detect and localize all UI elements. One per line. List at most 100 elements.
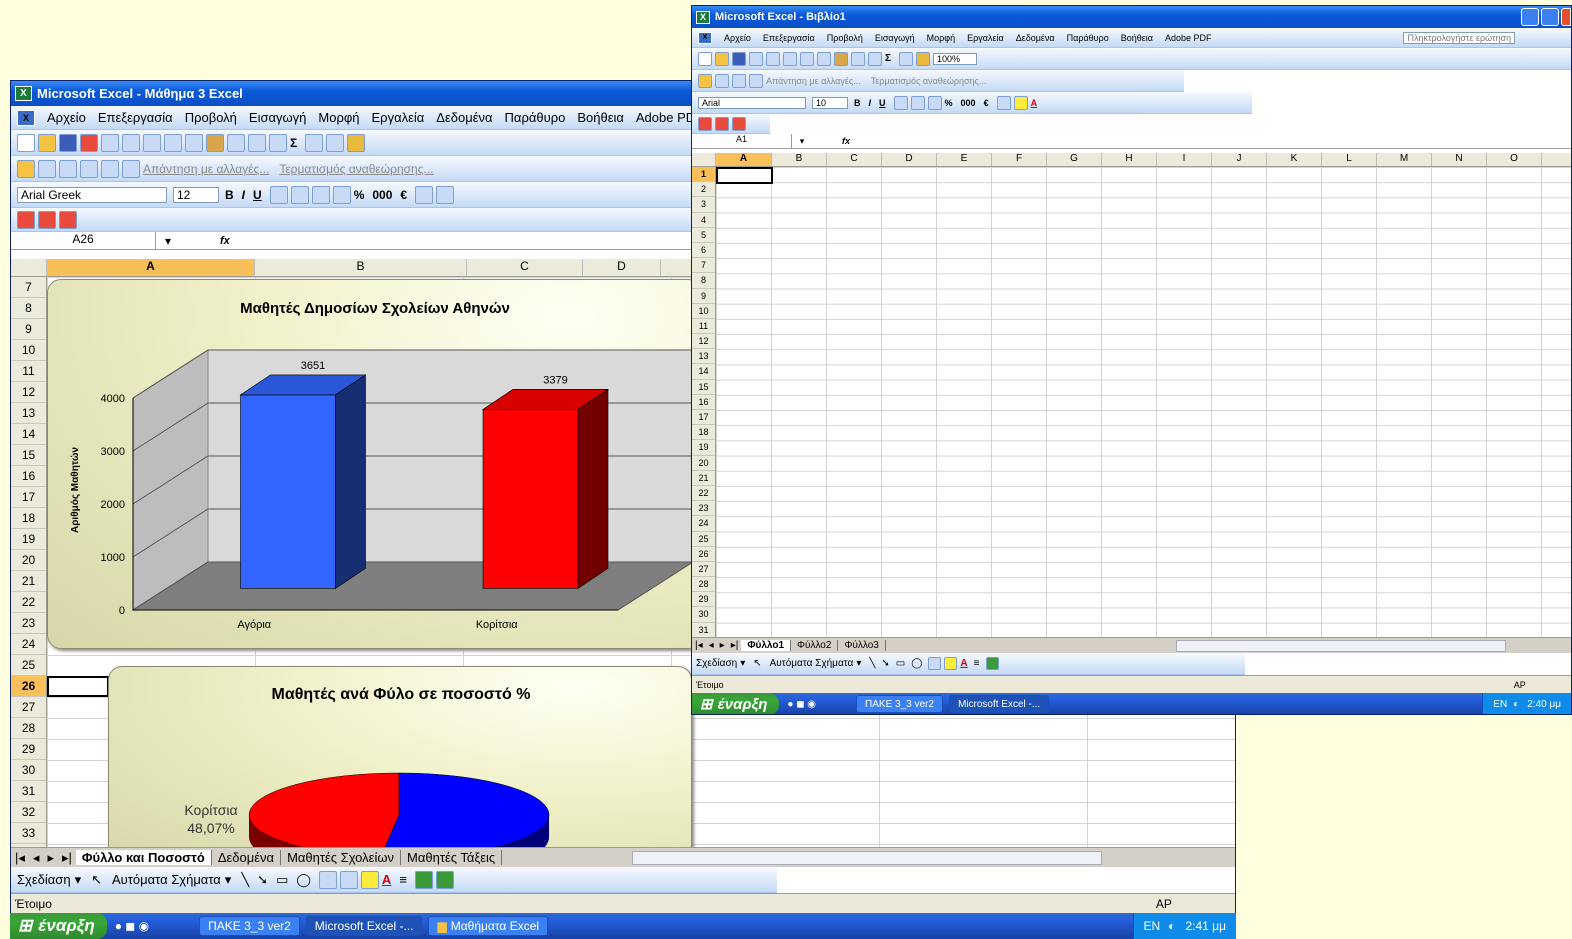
tab-sheet-percent[interactable]: Φύλλο και Ποσοστό [75, 850, 212, 865]
merge-icon[interactable] [332, 185, 351, 204]
chart-wizard-icon[interactable] [916, 51, 931, 66]
col-c[interactable]: C [827, 153, 882, 166]
row-number[interactable]: 22 [692, 486, 715, 502]
row-number[interactable]: 24 [11, 634, 46, 655]
row-number[interactable]: 3 [692, 197, 715, 213]
folder-icon[interactable] [17, 159, 35, 178]
col-d[interactable]: D [882, 153, 937, 166]
print-icon[interactable] [749, 51, 763, 66]
row-number[interactable]: 18 [692, 425, 715, 441]
row-number[interactable]: 32 [11, 802, 46, 823]
row-number[interactable]: 16 [692, 395, 715, 410]
tab-nav-next[interactable]: ▸ [717, 640, 728, 651]
row-number[interactable]: 29 [11, 739, 46, 760]
col-m[interactable]: M [1377, 153, 1432, 166]
row-number[interactable]: 18 [11, 508, 46, 529]
print-icon[interactable] [101, 133, 119, 152]
preview-icon[interactable] [122, 133, 140, 152]
font-combo[interactable]: Arial Greek [17, 186, 167, 203]
menu-edit[interactable]: Επεξεργασία [763, 33, 815, 43]
row-number[interactable]: 33 [11, 823, 46, 844]
oval-icon[interactable]: ◯ [296, 872, 311, 888]
row-number[interactable]: 20 [692, 456, 715, 471]
row-number[interactable]: 9 [692, 289, 715, 304]
row-number[interactable]: 13 [11, 403, 46, 424]
row-number[interactable]: 12 [11, 382, 46, 403]
new-icon[interactable] [698, 51, 712, 66]
col-n[interactable]: N [1432, 153, 1487, 166]
row-number[interactable]: 28 [11, 718, 46, 739]
row-number[interactable]: 27 [11, 697, 46, 718]
menu-file[interactable]: Αρχείο [47, 110, 86, 125]
row-number[interactable]: 19 [11, 529, 46, 550]
comment-icon[interactable] [715, 73, 729, 88]
name-box[interactable]: A26 [11, 232, 156, 249]
line-style-icon[interactable]: ≡ [974, 658, 980, 669]
row-number[interactable]: 10 [11, 340, 46, 361]
fill-color-icon[interactable] [1013, 95, 1028, 110]
italic-button[interactable]: I [242, 188, 245, 202]
pdf-convert-icon[interactable] [698, 116, 712, 131]
menu-insert[interactable]: Εισαγωγή [249, 110, 306, 125]
track-icon[interactable] [749, 73, 763, 88]
pdf-review-icon[interactable] [59, 210, 77, 229]
row-number[interactable]: 7 [11, 277, 46, 298]
sheet-grid[interactable] [716, 167, 1571, 639]
copy-icon[interactable] [817, 51, 831, 66]
bold-button[interactable]: B [225, 188, 234, 202]
taskbar-item-excel[interactable]: Microsoft Excel -... [305, 915, 423, 937]
taskbar-item-pake[interactable]: ΠΑΚΕ 3_3 ver2 [856, 695, 943, 713]
ask-question-box[interactable]: Πληκτρολογήστε ερώτηση [1403, 31, 1516, 44]
menu-tools[interactable]: Εργαλεία [967, 33, 1004, 43]
select-pointer-icon[interactable]: ↖ [91, 872, 102, 888]
cut-icon[interactable] [800, 51, 814, 66]
copy-icon[interactable] [185, 133, 203, 152]
row-number[interactable]: 21 [692, 471, 715, 486]
redo-icon[interactable] [248, 133, 266, 152]
redo-icon[interactable] [868, 51, 882, 66]
row-number[interactable]: 30 [692, 607, 715, 623]
row-number[interactable]: 2 [692, 182, 715, 198]
tab-nav-prev[interactable]: ◂ [706, 640, 717, 651]
pie-chart[interactable]: Μαθητές ανά Φύλο σε ποσοστό % Κορίτσια 4… [108, 666, 692, 866]
pdf-convert-icon[interactable] [17, 210, 35, 229]
open-icon[interactable] [715, 51, 729, 66]
col-k[interactable]: K [1267, 153, 1322, 166]
menu-format[interactable]: Μορφή [318, 110, 359, 125]
spelling-icon[interactable] [143, 133, 161, 152]
tab-nav-next[interactable]: ▸ [43, 850, 58, 866]
row-number[interactable]: 14 [692, 364, 715, 380]
zoom-combo[interactable]: 100% [933, 52, 978, 65]
line-style-icon[interactable]: ≡ [399, 872, 407, 887]
tab-nav-last[interactable]: ▸| [728, 640, 742, 651]
col-a[interactable]: A [47, 259, 255, 276]
row-number[interactable]: 23 [11, 613, 46, 634]
align-left-icon[interactable] [893, 95, 908, 110]
active-cell[interactable] [716, 167, 773, 184]
row-number[interactable]: 25 [11, 655, 46, 676]
row-number[interactable]: 8 [692, 273, 715, 289]
borders-icon[interactable] [436, 185, 455, 204]
col-i[interactable]: I [1157, 153, 1212, 166]
draw-menu[interactable]: Σχεδίαση [696, 658, 737, 669]
underline-button[interactable]: U [879, 98, 886, 108]
end-review-button[interactable]: Τερματισμός αναθεώρησης... [871, 76, 987, 86]
tab-sheet2[interactable]: Φύλλο2 [791, 640, 839, 651]
col-o[interactable]: O [1487, 153, 1542, 166]
row-number[interactable]: 20 [11, 550, 46, 571]
align-right-icon[interactable] [927, 95, 942, 110]
doc-icon[interactable]: X [698, 31, 712, 44]
end-review-button[interactable]: Τερματισμός αναθεώρησης... [279, 162, 433, 176]
open-icon[interactable] [38, 133, 56, 152]
row-number[interactable]: 15 [11, 445, 46, 466]
align-left-icon[interactable] [269, 185, 288, 204]
mail-icon[interactable] [80, 159, 98, 178]
tab-nav-first[interactable]: |◂ [11, 850, 29, 866]
font-size-combo[interactable]: 10 [812, 96, 848, 109]
wordart-icon[interactable] [339, 870, 358, 889]
preview-icon[interactable] [766, 51, 780, 66]
corner-cell[interactable] [11, 259, 47, 276]
reply-changes-button[interactable]: Απάντηση με αλλαγές... [766, 76, 861, 86]
menu-insert[interactable]: Εισαγωγή [875, 33, 915, 43]
col-b[interactable]: B [772, 153, 827, 166]
